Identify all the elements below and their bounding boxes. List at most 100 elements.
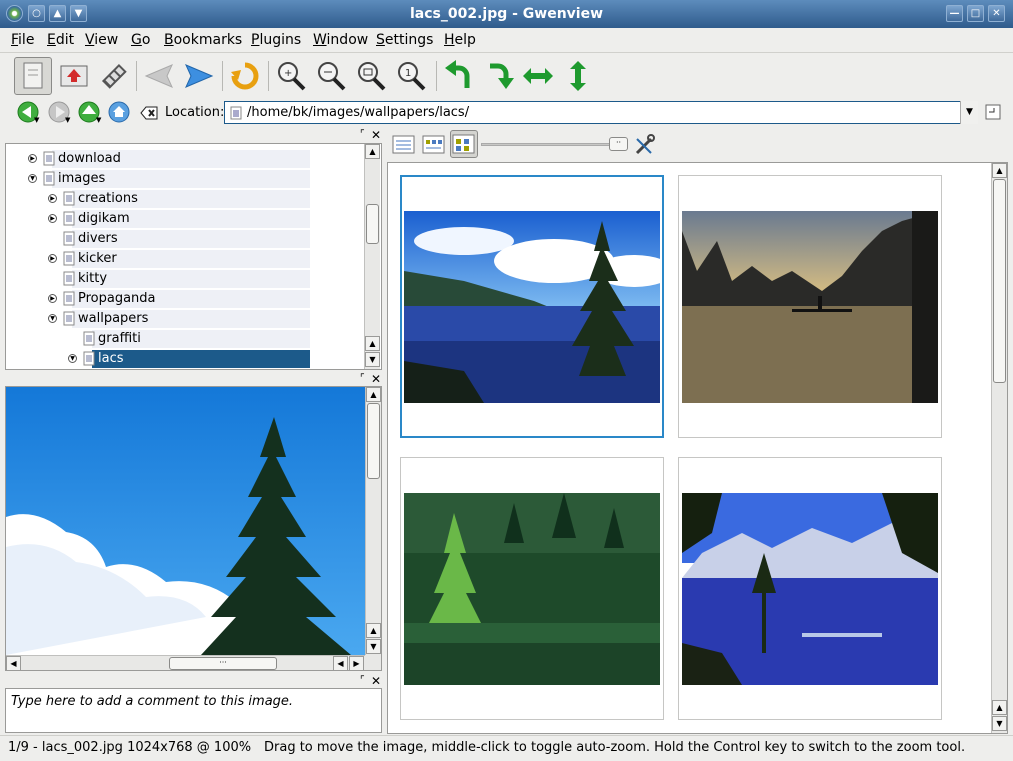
preview-vscroll-thumb[interactable] — [367, 403, 380, 479]
tree-scroll-thumb[interactable] — [366, 204, 379, 244]
rotate-right-button[interactable] — [479, 57, 517, 95]
up-dropdown-icon[interactable]: ▼ — [96, 116, 101, 124]
scroll-left-icon[interactable]: ◀ — [6, 656, 21, 670]
next-image-button[interactable] — [180, 57, 218, 95]
gallery-scroll-thumb[interactable] — [993, 179, 1006, 383]
slideshow-button[interactable] — [95, 57, 133, 95]
expand-icon[interactable]: ▶ — [28, 154, 37, 163]
comment-panel-close-icon[interactable]: ✕ — [371, 674, 381, 688]
zoom-original-button[interactable]: 1 — [392, 57, 430, 95]
zoom-fit-icon — [358, 62, 386, 91]
scroll-down-icon[interactable]: ▼ — [365, 352, 380, 367]
folder-icon — [63, 311, 75, 326]
scroll-up-icon[interactable]: ▲ — [992, 163, 1007, 178]
expand-icon[interactable]: ▶ — [48, 294, 57, 303]
preview-vertical-scrollbar[interactable]: ▲ ▲ ▼ — [365, 387, 381, 655]
preview-image[interactable] — [6, 387, 366, 655]
folder-icon — [83, 351, 95, 366]
tree-item-label: wallpapers — [78, 311, 149, 326]
flip-button[interactable] — [559, 57, 597, 95]
menu-help[interactable]: Help — [444, 32, 476, 48]
scroll-left-icon[interactable]: ◀ — [333, 656, 348, 670]
thumbnail-item[interactable] — [678, 457, 942, 720]
scroll-up-icon[interactable]: ▲ — [365, 336, 380, 351]
thumbnail-size-slider-track[interactable] — [481, 143, 619, 146]
tree-panel-close-icon[interactable]: ✕ — [371, 128, 381, 142]
mirror-button[interactable] — [519, 57, 557, 95]
tree-item-images[interactable]: ▼ images — [6, 169, 362, 189]
tree-item-digikam[interactable]: ▶ digikam — [6, 209, 362, 229]
comment-panel-undock-icon[interactable]: ⌜ — [360, 675, 365, 687]
menu-file[interactable]: File — [11, 32, 34, 48]
expand-icon[interactable]: ▶ — [48, 254, 57, 263]
view-list-button[interactable] — [391, 133, 417, 157]
location-input[interactable]: /home/bk/images/wallpapers/lacs/ — [224, 101, 978, 124]
view-small-thumbnails-button[interactable] — [421, 133, 447, 157]
gallery-scrollbar[interactable]: ▲ ▲ ▼ — [991, 163, 1007, 733]
comment-input[interactable]: Type here to add a comment to this image… — [5, 688, 382, 733]
previous-image-button[interactable] — [140, 57, 178, 95]
tree-item-kitty[interactable]: kitty — [6, 269, 362, 289]
expand-icon[interactable]: ▶ — [48, 194, 57, 203]
minimize-button[interactable]: — — [946, 5, 963, 22]
zoom-fit-button[interactable] — [352, 57, 390, 95]
zoom-in-button[interactable]: + — [272, 57, 310, 95]
home-icon[interactable] — [108, 101, 132, 125]
menu-settings[interactable]: Settings — [376, 32, 433, 48]
expand-icon[interactable]: ▶ — [48, 214, 57, 223]
tree-item-label: images — [58, 171, 106, 186]
scroll-up-icon[interactable]: ▲ — [365, 144, 380, 159]
close-button[interactable]: ✕ — [988, 5, 1005, 22]
view-thumbnails-button[interactable] — [450, 130, 478, 158]
preview-horizontal-scrollbar[interactable]: ◀ ··· ◀ ▶ — [6, 655, 365, 670]
tree-scrollbar[interactable]: ▲ ▲ ▼ — [364, 144, 380, 369]
tree-item-creations[interactable]: ▶ creations — [6, 189, 362, 209]
back-dropdown-icon[interactable]: ▼ — [34, 116, 39, 124]
thumbnail-item[interactable] — [400, 175, 664, 438]
menu-view[interactable]: View — [85, 32, 118, 48]
thumbnail-size-slider-handle[interactable]: ·· — [609, 137, 628, 151]
film-icon — [101, 63, 127, 89]
thumbnail-tools-icon[interactable] — [633, 133, 657, 157]
parent-folder-button[interactable] — [55, 57, 93, 95]
scroll-up-icon[interactable]: ▲ — [366, 623, 381, 638]
forward-dropdown-icon[interactable]: ▼ — [65, 116, 70, 124]
tree-item-propaganda[interactable]: ▶ Propaganda — [6, 289, 362, 309]
menu-plugins[interactable]: Plugins — [251, 32, 301, 48]
maximize-button[interactable]: □ — [967, 5, 984, 22]
collapse-icon[interactable]: ▼ — [68, 354, 77, 363]
collapse-icon[interactable]: ▼ — [28, 174, 37, 183]
thumbnail-item[interactable] — [678, 175, 942, 438]
tree-item-download[interactable]: ▶ download — [6, 149, 362, 169]
rotate-button[interactable] — [226, 57, 264, 95]
preview-panel-close-icon[interactable]: ✕ — [371, 372, 381, 386]
collapse-icon[interactable]: ▼ — [48, 314, 57, 323]
tree-panel-undock-icon[interactable]: ⌜ — [360, 129, 365, 141]
tree-item-graffiti[interactable]: graffiti — [6, 329, 362, 349]
thumbnail-item[interactable] — [400, 457, 664, 720]
location-dropdown-button[interactable]: ▼ — [960, 101, 978, 124]
scroll-down-icon[interactable]: ▼ — [366, 639, 381, 654]
clear-location-icon[interactable] — [140, 105, 158, 121]
zoom-out-button[interactable] — [312, 57, 350, 95]
scroll-up-icon[interactable]: ▲ — [992, 700, 1007, 715]
image-preview[interactable]: ▲ ▲ ▼ ◀ ··· ◀ ▶ — [5, 386, 382, 671]
rotate-left-button[interactable] — [440, 57, 478, 95]
scroll-right-icon[interactable]: ▶ — [349, 656, 364, 670]
tree-item-kicker[interactable]: ▶ kicker — [6, 249, 362, 269]
scroll-up-icon[interactable]: ▲ — [366, 387, 381, 402]
preview-hscroll-thumb[interactable]: ··· — [169, 657, 277, 670]
go-icon[interactable] — [985, 104, 1001, 120]
preview-panel-undock-icon[interactable]: ⌜ — [360, 373, 365, 385]
tree-item-divers[interactable]: divers — [6, 229, 362, 249]
toolbar-separator — [222, 61, 223, 91]
menu-go[interactable]: Go — [131, 32, 150, 48]
browse-mode-button[interactable] — [14, 57, 52, 95]
menu-bookmarks[interactable]: Bookmarks — [164, 32, 242, 48]
scroll-down-icon[interactable]: ▼ — [992, 716, 1007, 731]
menu-edit[interactable]: Edit — [47, 32, 74, 48]
tree-item-wallpapers[interactable]: ▼ wallpapers — [6, 309, 362, 329]
menu-window[interactable]: Window — [313, 32, 368, 48]
title-bar[interactable]: ○ ▲ ▼ lacs_002.jpg - Gwenview — □ ✕ — [0, 0, 1013, 28]
tree-item-lacs[interactable]: ▼ lacs — [6, 349, 362, 369]
